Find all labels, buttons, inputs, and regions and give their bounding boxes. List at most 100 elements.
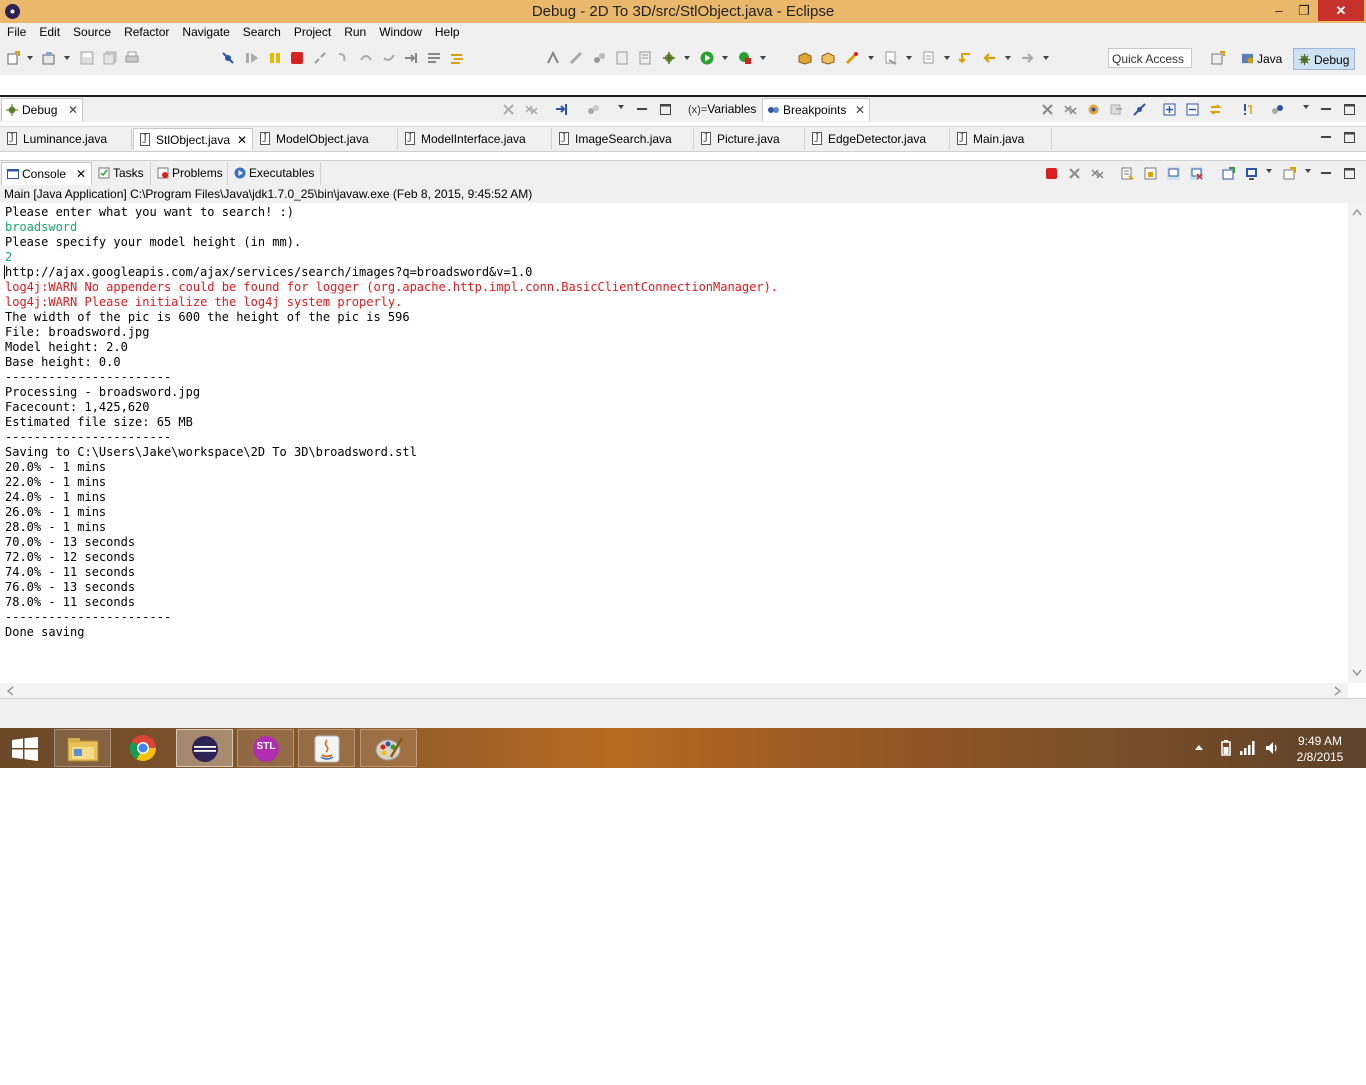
open-perspective-icon[interactable] xyxy=(1211,51,1225,65)
debug-icon[interactable] xyxy=(662,51,676,65)
save-icon[interactable] xyxy=(80,51,94,65)
taskbar-paint[interactable] xyxy=(360,729,417,767)
close-icon[interactable]: ✕ xyxy=(855,99,865,122)
next-annotation-icon[interactable] xyxy=(922,51,936,65)
breakpoint-options-icon[interactable] xyxy=(1271,103,1284,116)
run-icon[interactable] xyxy=(700,51,714,65)
taskbar-eclipse[interactable] xyxy=(176,729,233,767)
tab-tasks[interactable]: Tasks xyxy=(93,162,151,185)
search-icon[interactable] xyxy=(884,51,898,65)
scroll-lock-icon[interactable] xyxy=(1144,167,1157,180)
step-over-icon[interactable] xyxy=(359,51,373,65)
console-horizontal-scrollbar[interactable] xyxy=(0,683,1348,698)
editor-tab-edgedetector[interactable]: J EdgeDetector.java xyxy=(806,128,950,150)
editor-tab-modelinterface[interactable]: J ModelInterface.java xyxy=(399,128,552,150)
network-signal-icon[interactable] xyxy=(1240,741,1256,755)
menu-navigate[interactable]: Navigate xyxy=(175,23,235,42)
taskbar-java[interactable] xyxy=(298,729,355,767)
editor-tab-picture[interactable]: J Picture.java xyxy=(695,128,805,150)
new-java-package-icon[interactable] xyxy=(798,51,812,65)
quick-access-field[interactable]: Quick Access xyxy=(1108,48,1192,68)
collapse-all-icon[interactable] xyxy=(1186,103,1199,116)
print-icon[interactable] xyxy=(125,51,139,65)
menu-project[interactable]: Project xyxy=(287,23,337,42)
scroll-right-icon[interactable] xyxy=(1334,686,1342,696)
editor-tab-main[interactable]: J Main.java xyxy=(951,128,1052,150)
terminate-icon[interactable] xyxy=(1045,167,1058,180)
perspective-debug[interactable]: Debug xyxy=(1293,48,1355,70)
new-project-icon[interactable] xyxy=(42,51,56,65)
open-console-icon[interactable] xyxy=(450,51,464,65)
editor-tab-modelobject[interactable]: J ModelObject.java xyxy=(254,128,398,150)
scroll-up-icon[interactable] xyxy=(1352,208,1362,216)
console-vertical-scrollbar[interactable] xyxy=(1348,203,1366,683)
resume-icon[interactable] xyxy=(245,51,259,65)
last-edit-location-icon[interactable] xyxy=(958,51,972,65)
expand-all-icon[interactable] xyxy=(1163,103,1176,116)
taskbar-clock[interactable]: 9:49 AM 2/8/2015 xyxy=(1290,733,1350,765)
close-icon[interactable]: ✕ xyxy=(68,99,78,122)
link-with-debug-view-icon[interactable] xyxy=(1209,103,1222,116)
show-hidden-icons-icon[interactable] xyxy=(1195,744,1203,750)
menu-help[interactable]: Help xyxy=(428,23,466,42)
run-last-tool-icon[interactable] xyxy=(738,51,752,65)
skip-all-breakpoints-icon[interactable] xyxy=(1133,103,1146,116)
tab-problems[interactable]: Problems xyxy=(152,162,228,185)
new-java-class-icon[interactable] xyxy=(821,51,835,65)
scroll-left-icon[interactable] xyxy=(6,686,14,696)
drop-to-frame-icon[interactable] xyxy=(404,51,418,65)
maximize-button[interactable]: ❐ xyxy=(1290,0,1318,21)
pin-console-icon[interactable] xyxy=(1222,167,1235,180)
remove-launch-icon[interactable] xyxy=(1068,167,1081,180)
remove-terminated-icon[interactable] xyxy=(502,103,515,116)
volume-icon[interactable] xyxy=(1265,741,1279,755)
show-console-on-stdout-icon[interactable] xyxy=(1167,167,1180,180)
show-supported-breakpoints-icon[interactable] xyxy=(1087,103,1100,116)
go-to-file-icon[interactable] xyxy=(1110,103,1123,116)
forward-icon[interactable] xyxy=(1020,51,1034,65)
save-all-icon[interactable] xyxy=(103,51,117,65)
tab-debug[interactable]: Debug ✕ xyxy=(1,98,83,121)
battery-icon[interactable] xyxy=(1221,740,1231,756)
editor-tab-imagesearch[interactable]: J ImageSearch.java xyxy=(553,128,694,150)
editor-tab-stlobject[interactable]: J StlObject.java ✕ xyxy=(133,128,253,150)
step-into-icon[interactable] xyxy=(336,51,350,65)
tab-executables[interactable]: Executables xyxy=(229,162,321,185)
console-output[interactable]: Please enter what you want to search! :)… xyxy=(0,203,1348,683)
taskbar-chrome[interactable] xyxy=(115,729,172,767)
clear-console-icon[interactable] xyxy=(1121,167,1134,180)
remove-all-breakpoints-icon[interactable] xyxy=(1064,103,1077,116)
disconnect-icon[interactable] xyxy=(313,51,327,65)
debug-options-icon[interactable] xyxy=(587,103,600,116)
tab-variables[interactable]: (x)=Variables xyxy=(684,98,761,121)
close-icon[interactable]: ✕ xyxy=(76,163,86,186)
remove-all-terminated-icon[interactable] xyxy=(525,103,538,116)
toggle-method-breakpoint-icon[interactable] xyxy=(592,51,606,65)
breakpoint-import-icon[interactable] xyxy=(1239,103,1252,116)
menu-run[interactable]: Run xyxy=(337,23,372,42)
open-type-icon[interactable] xyxy=(845,51,859,65)
tab-console[interactable]: Console ✕ xyxy=(1,162,92,185)
menu-window[interactable]: Window xyxy=(372,23,428,42)
perspective-java[interactable]: Java xyxy=(1237,48,1286,70)
new-icon[interactable] xyxy=(6,51,20,65)
start-button[interactable] xyxy=(0,729,50,767)
use-step-filters-icon[interactable] xyxy=(427,51,441,65)
minimize-view-icon[interactable] xyxy=(1320,103,1333,116)
tab-breakpoints[interactable]: Breakpoints ✕ xyxy=(762,98,870,121)
step-return-icon[interactable] xyxy=(382,51,396,65)
editor-tab-luminance[interactable]: J Luminance.java xyxy=(1,128,132,150)
suspend-icon[interactable] xyxy=(268,51,282,65)
menu-search[interactable]: Search xyxy=(236,23,287,42)
back-icon[interactable] xyxy=(983,51,997,65)
minimize-button[interactable]: – xyxy=(1265,0,1293,21)
close-icon[interactable]: ✕ xyxy=(237,129,247,151)
maximize-view-icon[interactable] xyxy=(1343,103,1356,116)
toggle-breakpoint-icon[interactable] xyxy=(546,51,560,65)
taskbar-file-explorer[interactable] xyxy=(54,729,111,767)
open-console-icon[interactable] xyxy=(1283,167,1296,180)
skip-breakpoints-icon[interactable] xyxy=(221,51,235,65)
scroll-down-icon[interactable] xyxy=(1352,669,1362,677)
inspect-icon[interactable] xyxy=(638,51,652,65)
terminate-icon[interactable] xyxy=(290,51,304,65)
